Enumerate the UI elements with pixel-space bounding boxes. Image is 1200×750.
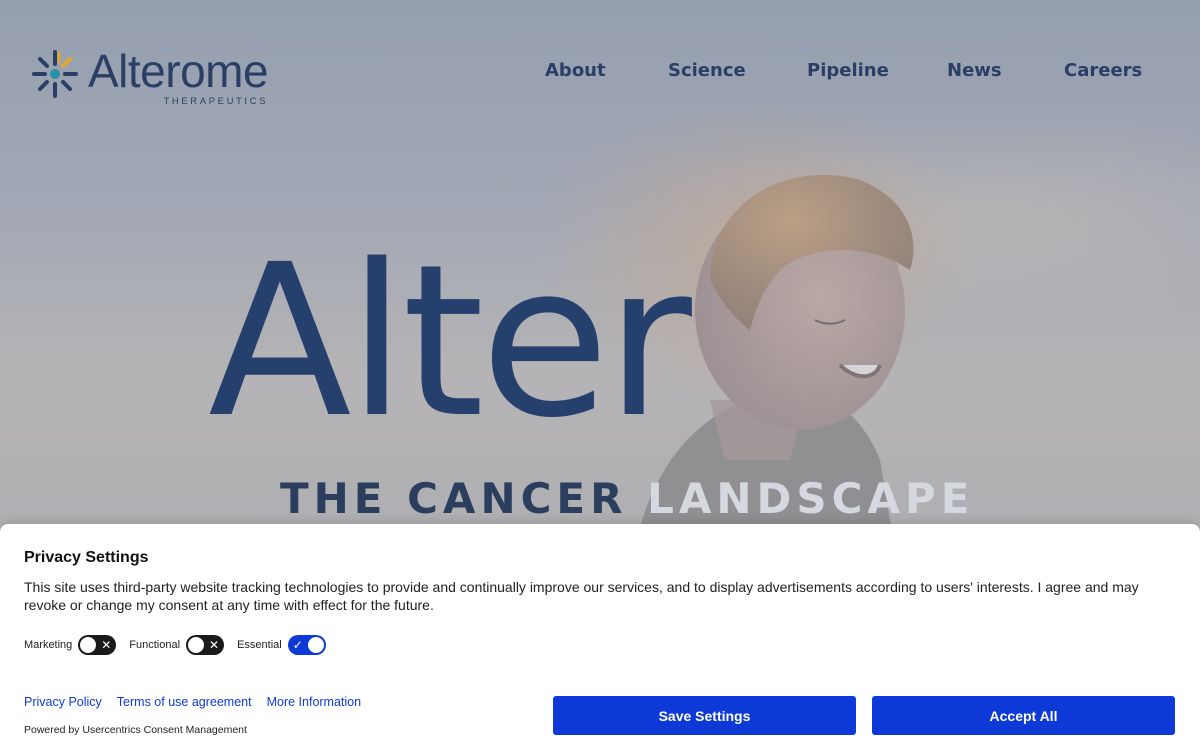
hero-tagline-dark: THE CANCER	[280, 474, 648, 523]
consent-title: Privacy Settings	[24, 549, 149, 566]
toggle-group-marketing: Marketing ✕	[24, 635, 117, 655]
hero-headline: Alter	[208, 219, 692, 464]
functional-toggle[interactable]: ✕	[186, 635, 225, 655]
toggle-label-marketing: Marketing	[24, 639, 73, 651]
terms-of-use-link[interactable]: Terms of use agreement	[117, 695, 252, 709]
toggle-knob	[80, 637, 97, 653]
nav-item-careers[interactable]: Careers	[1064, 60, 1142, 81]
powered-by-text: Powered by Usercentrics Consent Manageme…	[24, 724, 247, 736]
consent-links: Privacy Policy Terms of use agreement Mo…	[24, 695, 376, 709]
accept-all-button[interactable]: Accept All	[872, 696, 1175, 735]
nav-item-science[interactable]: Science	[668, 60, 746, 81]
check-icon: ✓	[292, 638, 303, 652]
brand-subtitle: THERAPEUTICS	[163, 96, 269, 107]
toggle-group-essential: Essential ✓	[237, 635, 326, 655]
main-nav: About Science Pipeline News Careers	[0, 60, 1200, 86]
consent-toggles: Marketing ✕ Functional ✕ Essential ✓	[24, 634, 339, 656]
hero-tagline: THE CANCER LANDSCAPE	[280, 474, 974, 524]
more-information-link[interactable]: More Information	[267, 695, 361, 709]
nav-item-about[interactable]: About	[545, 60, 606, 81]
hero-tagline-light: LANDSCAPE	[647, 474, 975, 523]
essential-toggle[interactable]: ✓	[287, 635, 326, 655]
consent-description: This site uses third-party website track…	[24, 579, 1139, 613]
toggle-knob	[188, 637, 205, 653]
toggle-label-essential: Essential	[237, 639, 282, 651]
nav-item-pipeline[interactable]: Pipeline	[807, 60, 889, 81]
toggle-label-functional: Functional	[129, 639, 181, 651]
marketing-toggle[interactable]: ✕	[78, 635, 117, 655]
privacy-policy-link[interactable]: Privacy Policy	[24, 695, 102, 709]
x-icon: ✕	[209, 638, 220, 652]
privacy-consent-banner: Privacy Settings This site uses third-pa…	[0, 524, 1200, 750]
save-settings-button[interactable]: Save Settings	[553, 696, 856, 735]
x-icon: ✕	[101, 638, 112, 652]
toggle-knob	[307, 637, 324, 653]
nav-item-news[interactable]: News	[947, 60, 1002, 81]
toggle-group-functional: Functional ✕	[129, 635, 225, 655]
